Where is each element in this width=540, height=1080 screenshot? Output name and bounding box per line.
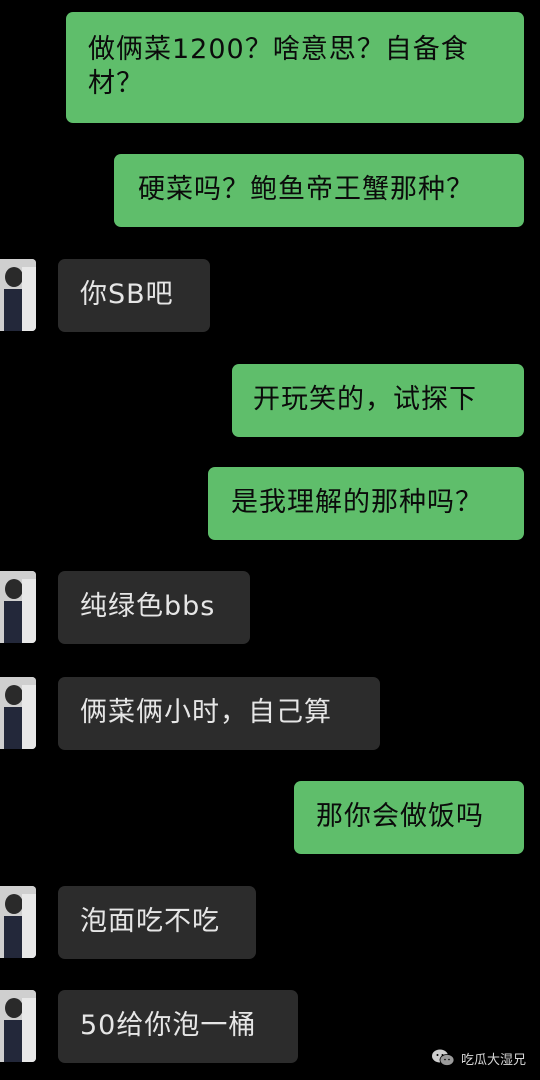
avatar[interactable] [0, 990, 36, 1062]
message-text: 纯绿色bbs [80, 591, 216, 622]
chat-bubble-outgoing[interactable]: 开玩笑的，试探下 [232, 364, 524, 437]
chat-bubble-incoming[interactable]: 俩菜俩小时，自己算 [58, 677, 380, 750]
avatar-image [0, 990, 36, 1062]
chat-bubble-outgoing[interactable]: 做俩菜1200？啥意思？自备食材？ [66, 12, 524, 123]
message-text: 泡面吃不吃 [80, 906, 220, 937]
avatar-image [0, 259, 36, 331]
message-text: 50给你泡一桶 [80, 1010, 257, 1041]
chat-bubble-incoming[interactable]: 50给你泡一桶 [58, 990, 298, 1063]
avatar-image [0, 886, 36, 958]
avatar-image [0, 571, 36, 643]
chat-bubble-incoming[interactable]: 你SB吧 [58, 259, 210, 332]
avatar[interactable] [0, 259, 36, 331]
chat-bubble-incoming[interactable]: 纯绿色bbs [58, 571, 250, 644]
avatar[interactable] [0, 886, 36, 958]
message-text: 你SB吧 [80, 279, 174, 310]
message-text: 硬菜吗？鲍鱼帝王蟹那种？ [138, 174, 474, 205]
watermark: 吃瓜大湿兄 [431, 1048, 526, 1068]
chat-bubble-incoming[interactable]: 泡面吃不吃 [58, 886, 256, 959]
chat-bubble-outgoing[interactable]: 那你会做饭吗 [294, 781, 524, 854]
message-text: 是我理解的那种吗？ [231, 487, 483, 518]
avatar[interactable] [0, 677, 36, 749]
chat-bubble-outgoing[interactable]: 是我理解的那种吗？ [208, 467, 524, 540]
watermark-text: 吃瓜大湿兄 [460, 1052, 526, 1068]
wechat-icon [431, 1049, 455, 1066]
avatar[interactable] [0, 571, 36, 643]
chat-bubble-outgoing[interactable]: 硬菜吗？鲍鱼帝王蟹那种？ [114, 154, 524, 227]
message-text: 俩菜俩小时，自己算 [80, 697, 332, 728]
message-text: 开玩笑的，试探下 [253, 384, 477, 415]
message-text: 那你会做饭吗 [316, 801, 484, 832]
avatar-image [0, 677, 36, 749]
message-text: 做俩菜1200？啥意思？自备食材？ [88, 34, 469, 99]
